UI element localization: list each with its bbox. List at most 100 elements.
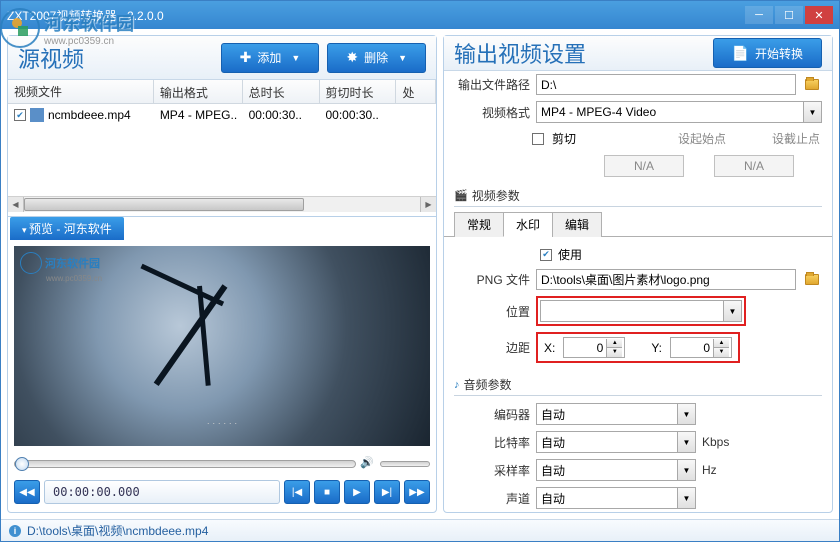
scroll-right-arrow[interactable]: ▶	[420, 197, 436, 212]
col-duration[interactable]: 总时长	[243, 80, 320, 103]
margin-x-spinner[interactable]: ▲▼	[563, 337, 625, 358]
music-note-icon: ♪	[454, 379, 460, 391]
png-file-label: PNG 文件	[454, 271, 530, 288]
bitrate-label: 比特率	[454, 434, 530, 451]
horizontal-scrollbar[interactable]: ◀ ▶	[8, 196, 436, 212]
browse-output-button[interactable]	[802, 75, 822, 95]
samplerate-select[interactable]: 自动▼	[536, 459, 696, 481]
bitrate-select[interactable]: 自动▼	[536, 431, 696, 453]
convert-icon: 📄	[732, 45, 749, 62]
chevron-down-icon: ▼	[723, 301, 741, 321]
info-icon: i	[9, 525, 21, 537]
play-button[interactable]: ▶	[344, 480, 370, 504]
broom-icon: ✸	[346, 49, 358, 66]
chevron-down-icon: ▼	[398, 53, 407, 63]
param-tabs: 常规 水印 编辑	[444, 211, 832, 237]
encoder-label: 编码器	[454, 406, 530, 423]
scroll-left-arrow[interactable]: ◀	[8, 197, 24, 212]
trim-checkbox[interactable]	[532, 133, 544, 145]
row-checkbox[interactable]: ✔	[14, 109, 26, 121]
use-watermark-label: 使用	[558, 246, 582, 263]
png-file-input[interactable]	[536, 269, 796, 290]
film-icon: 🎬	[454, 189, 468, 202]
minimize-button[interactable]: ─	[745, 6, 773, 24]
col-format[interactable]: 输出格式	[154, 80, 243, 103]
video-format-select[interactable]: MP4 - MPEG-4 Video ▼	[536, 101, 822, 123]
row-format: MP4 - MPEG..	[154, 106, 243, 124]
output-path-label: 输出文件路径	[454, 76, 530, 93]
chevron-down-icon: ▼	[291, 53, 300, 63]
row-trim: 00:00:30..	[320, 106, 397, 124]
col-file[interactable]: 视频文件	[8, 80, 154, 103]
channel-select[interactable]: 自动▼	[536, 487, 696, 509]
next-button[interactable]: ▶|	[374, 480, 400, 504]
folder-icon	[805, 274, 819, 285]
rewind-button[interactable]: ◀◀	[14, 480, 40, 504]
window-title: ZXT2007视频转换器 - 2.2.0.0	[7, 7, 745, 24]
seek-thumb[interactable]	[15, 457, 29, 471]
position-highlight: ▼	[536, 296, 746, 326]
margin-x-label: X:	[544, 341, 555, 355]
status-path: D:\tools\桌面\视频\ncmbdeee.mp4	[27, 522, 208, 539]
folder-icon	[805, 79, 819, 90]
seek-slider[interactable]	[14, 460, 356, 468]
source-panel: 源视频 ✚ 添加 ▼ ✸ 删除 ▼ 视频文件 输出格式 总时长 剪切时长 处 ✔	[7, 35, 437, 513]
trim-end-label: 设截止点	[772, 130, 820, 147]
bitrate-unit: Kbps	[702, 435, 732, 449]
playback-time: 00:00:00.000	[44, 480, 280, 504]
position-select[interactable]: ▼	[540, 300, 742, 322]
col-action[interactable]: 处	[396, 80, 436, 103]
scroll-thumb[interactable]	[24, 198, 304, 211]
output-title: 输出视频设置	[454, 37, 705, 69]
close-button[interactable]: ✕	[805, 6, 833, 24]
watermark-pane: ✔ 使用 PNG 文件 位置 ▼ 边距	[444, 237, 832, 370]
preview-tab[interactable]: 预览 - 河东软件	[10, 217, 124, 240]
volume-icon[interactable]: 🔊	[360, 456, 376, 472]
video-format-label: 视频格式	[454, 104, 530, 121]
file-list-header: 视频文件 输出格式 总时长 剪切时长 处	[8, 80, 436, 104]
video-file-icon	[30, 108, 44, 122]
video-preview[interactable]: 河东软件园 www.pc0359.cn · · · · · ·	[14, 246, 430, 446]
margin-y-spinner[interactable]: ▲▼	[670, 337, 732, 358]
use-watermark-checkbox[interactable]: ✔	[540, 249, 552, 261]
video-caption: · · · · · ·	[14, 418, 430, 428]
chevron-down-icon: ▼	[803, 102, 821, 122]
preview-watermark: 河东软件园 www.pc0359.cn	[20, 252, 100, 274]
plus-icon: ✚	[240, 49, 252, 66]
remove-button[interactable]: ✸ 删除 ▼	[327, 43, 426, 73]
file-list[interactable]: ✔ ncmbdeee.mp4 MP4 - MPEG.. 00:00:30.. 0…	[8, 104, 436, 196]
stop-button[interactable]: ■	[314, 480, 340, 504]
audio-params-label: 音频参数	[464, 376, 512, 393]
tab-edit[interactable]: 编辑	[552, 212, 602, 237]
position-label: 位置	[454, 303, 530, 320]
forward-button[interactable]: ▶▶	[404, 480, 430, 504]
channel-label: 声道	[454, 490, 530, 507]
file-row[interactable]: ✔ ncmbdeee.mp4 MP4 - MPEG.. 00:00:30.. 0…	[8, 104, 436, 126]
titlebar: ZXT2007视频转换器 - 2.2.0.0 ─ ☐ ✕	[1, 1, 839, 29]
trim-start-value: N/A	[604, 155, 684, 177]
browse-png-button[interactable]	[802, 270, 822, 290]
samplerate-unit: Hz	[702, 463, 732, 477]
tab-watermark[interactable]: 水印	[503, 212, 553, 237]
margin-label: 边距	[454, 339, 530, 356]
volume-slider[interactable]	[380, 461, 430, 467]
trim-end-value: N/A	[714, 155, 794, 177]
add-button[interactable]: ✚ 添加 ▼	[221, 43, 320, 73]
maximize-button[interactable]: ☐	[775, 6, 803, 24]
trim-start-label: 设起始点	[678, 130, 726, 147]
samplerate-label: 采样率	[454, 462, 530, 479]
encoder-select[interactable]: 自动▼	[536, 403, 696, 425]
margin-highlight: X: ▲▼ Y: ▲▼	[536, 332, 740, 363]
row-duration: 00:00:30..	[243, 106, 320, 124]
statusbar: i D:\tools\桌面\视频\ncmbdeee.mp4	[1, 519, 839, 541]
start-convert-button[interactable]: 📄 开始转换	[713, 38, 822, 68]
output-panel: 输出视频设置 📄 开始转换 输出文件路径 视频格式 MP4 - MPEG-4 V…	[443, 35, 833, 513]
trim-label: 剪切	[552, 130, 576, 147]
tab-general[interactable]: 常规	[454, 212, 504, 237]
col-trim[interactable]: 剪切时长	[320, 80, 397, 103]
prev-button[interactable]: |◀	[284, 480, 310, 504]
source-title: 源视频	[18, 42, 213, 74]
output-path-input[interactable]	[536, 74, 796, 95]
margin-y-label: Y:	[651, 341, 662, 355]
video-params-label: 视频参数	[472, 187, 520, 204]
